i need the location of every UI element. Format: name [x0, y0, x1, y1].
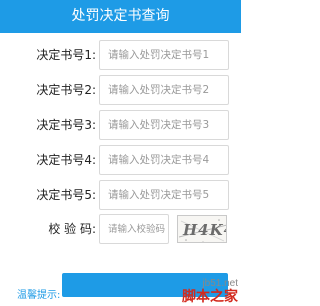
decision-number-row-3: 决定书号3:: [0, 110, 241, 140]
captcha-label: 校 验 码:: [48, 222, 96, 236]
decision-number-field-2[interactable]: [99, 75, 229, 105]
decision-number-input-1[interactable]: [100, 41, 228, 69]
watermark-site-name: 脚本之家: [182, 289, 238, 305]
decision-number-row-5: 决定书号5:: [0, 180, 241, 210]
decision-number-input-4[interactable]: [100, 146, 228, 174]
decision-number-label-5: 决定书号5:: [36, 188, 96, 202]
decision-number-label-1: 决定书号1:: [36, 48, 96, 62]
decision-number-row-4: 决定书号4:: [0, 145, 241, 175]
decision-number-input-2[interactable]: [100, 76, 228, 104]
decision-number-field-4[interactable]: [99, 145, 229, 175]
page-title: 处罚决定书查询: [71, 8, 170, 24]
decision-number-field-5[interactable]: [99, 180, 229, 210]
captcha-image-text: H4K4: [182, 221, 227, 239]
decision-number-label-4: 决定书号4:: [36, 153, 96, 167]
decision-number-row-1: 决定书号1:: [0, 40, 241, 70]
decision-number-row-2: 决定书号2:: [0, 75, 241, 105]
decision-number-input-3[interactable]: [100, 111, 228, 139]
decision-number-input-5[interactable]: [100, 181, 228, 209]
site-watermark: jb51.net 脚本之家: [182, 278, 238, 305]
captcha-input[interactable]: [100, 215, 168, 243]
captcha-row: 校 验 码: H4K4: [0, 214, 241, 244]
captcha-image-graphic: H4K4: [178, 219, 227, 242]
captcha-field[interactable]: [99, 214, 169, 244]
page-header: 处罚决定书查询: [0, 0, 241, 33]
decision-number-field-1[interactable]: [99, 40, 229, 70]
decision-number-label-2: 决定书号2:: [36, 83, 96, 97]
captcha-image[interactable]: H4K4: [177, 215, 227, 243]
decision-number-label-3: 决定书号3:: [36, 118, 96, 132]
tip-label: 温馨提示:: [17, 290, 61, 301]
decision-number-field-3[interactable]: [99, 110, 229, 140]
watermark-url: jb51.net: [202, 278, 238, 289]
